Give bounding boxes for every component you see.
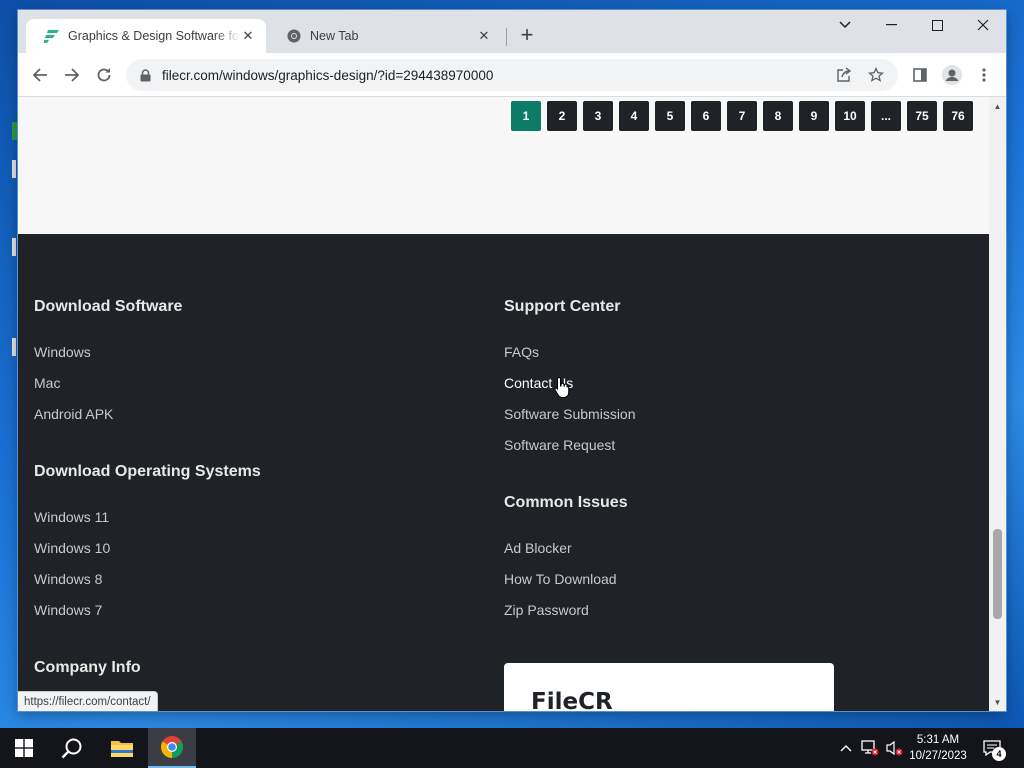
scrollbar-thumb[interactable] [993, 529, 1002, 619]
footer-link-zip-password[interactable]: Zip Password [504, 602, 589, 618]
site-footer: Download Software Windows Mac Android AP… [18, 234, 989, 711]
tab-graphics-design[interactable]: Graphics & Design Software for Windows ✕ [26, 19, 266, 53]
footer-link-mac[interactable]: Mac [34, 375, 60, 391]
tab-strip: Graphics & Design Software for Windows ✕… [18, 10, 1006, 53]
footer-link-windows[interactable]: Windows [34, 344, 91, 360]
new-tab-button[interactable]: + [516, 24, 538, 46]
tab-title: New Tab [310, 29, 359, 43]
more-menu-icon[interactable] [972, 63, 996, 87]
filecr-logo-icon [44, 28, 60, 44]
footer-link-windows-11[interactable]: Windows 11 [34, 509, 109, 525]
pagination-page-2[interactable]: 2 [547, 101, 577, 131]
footer-heading-download-software: Download Software [34, 298, 183, 315]
windows-taskbar: 5:31 AM 10/27/2023 4 [0, 728, 1024, 768]
footer-link-windows-8[interactable]: Windows 8 [34, 571, 102, 587]
start-button[interactable] [0, 728, 48, 768]
desktop-icon[interactable] [12, 338, 16, 356]
footer-heading-common-issues: Common Issues [504, 494, 628, 511]
maximize-button[interactable] [914, 10, 960, 40]
volume-muted-icon[interactable] [884, 738, 904, 758]
desktop-icon[interactable] [12, 238, 16, 256]
browser-window: Graphics & Design Software for Windows ✕… [18, 10, 1006, 711]
back-button[interactable] [28, 63, 52, 87]
lock-icon[interactable] [140, 68, 152, 82]
tab-title: Graphics & Design Software for Windows [68, 29, 240, 43]
system-clock[interactable]: 5:31 AM 10/27/2023 [904, 732, 972, 764]
page-scrollbar[interactable]: ▲ ▼ [989, 97, 1006, 711]
tab-new-tab[interactable]: New Tab ✕ [268, 19, 502, 53]
pagination-page-6[interactable]: 6 [691, 101, 721, 131]
pagination-page-7[interactable]: 7 [727, 101, 757, 131]
footer-link-software-request[interactable]: Software Request [504, 437, 615, 453]
footer-link-windows-7[interactable]: Windows 7 [34, 602, 102, 618]
pagination-page-9[interactable]: 9 [799, 101, 829, 131]
pagination-page-75[interactable]: 75 [907, 101, 937, 131]
chrome-icon [286, 28, 302, 44]
pagination-page-5[interactable]: 5 [655, 101, 685, 131]
pagination-page-4[interactable]: 4 [619, 101, 649, 131]
bookmark-star-icon[interactable] [864, 63, 888, 87]
footer-link-faqs[interactable]: FAQs [504, 344, 539, 360]
pagination-ellipsis: ... [871, 101, 901, 131]
side-panel-icon[interactable] [908, 63, 932, 87]
tab-separator [506, 28, 507, 46]
show-hidden-icons-chevron-icon[interactable] [836, 738, 856, 758]
notification-count-badge: 4 [992, 747, 1006, 761]
footer-heading-download-os: Download Operating Systems [34, 463, 261, 480]
footer-link-software-submission[interactable]: Software Submission [504, 406, 636, 422]
close-tab-icon[interactable]: ✕ [476, 28, 492, 44]
scroll-up-arrow-icon[interactable]: ▲ [989, 99, 1006, 113]
pagination-page-10[interactable]: 10 [835, 101, 865, 131]
footer-link-ad-blocker[interactable]: Ad Blocker [504, 540, 572, 556]
scroll-down-arrow-icon[interactable]: ▼ [989, 695, 1006, 709]
status-bar-url: https://filecr.com/contact/ [18, 691, 158, 711]
browser-toolbar: filecr.com/windows/graphics-design/?id=2… [18, 53, 1006, 97]
reload-button[interactable] [92, 63, 116, 87]
address-bar[interactable]: filecr.com/windows/graphics-design/?id=2… [126, 59, 898, 91]
tab-search-button[interactable] [822, 10, 868, 40]
hand-cursor-icon [554, 376, 570, 398]
footer-heading-support-center: Support Center [504, 298, 621, 315]
minimize-button[interactable] [868, 10, 914, 40]
pagination: 1 2 3 4 5 6 7 8 9 10... 75 76 [511, 101, 973, 131]
page-content: 1 2 3 4 5 6 7 8 9 10... 75 76 Download Software Win… [18, 97, 989, 711]
desktop-icon[interactable] [12, 160, 16, 178]
forward-button[interactable] [60, 63, 84, 87]
share-icon[interactable] [832, 63, 856, 87]
pagination-page-76[interactable]: 76 [943, 101, 973, 131]
pagination-page-8[interactable]: 8 [763, 101, 793, 131]
profile-avatar[interactable] [940, 63, 964, 87]
url-text: filecr.com/windows/graphics-design/?id=2… [162, 67, 494, 83]
footer-link-android-apk[interactable]: Android APK [34, 406, 113, 422]
search-button[interactable] [48, 728, 96, 768]
chrome-taskbar-icon[interactable] [148, 728, 196, 768]
close-tab-icon[interactable]: ✕ [240, 28, 256, 44]
footer-link-windows-10[interactable]: Windows 10 [34, 540, 110, 556]
footer-link-how-to-download[interactable]: How To Download [504, 571, 617, 587]
network-icon[interactable] [860, 738, 880, 758]
footer-heading-company-info: Company Info [34, 659, 141, 676]
brand-card: FileCR [504, 663, 834, 711]
pagination-page-3[interactable]: 3 [583, 101, 613, 131]
pagination-page-1[interactable]: 1 [511, 101, 541, 131]
file-explorer-icon[interactable] [98, 728, 146, 768]
brand-logo-text: FileCR [531, 689, 613, 711]
clock-date: 10/27/2023 [909, 750, 967, 762]
clock-time: 5:31 AM [916, 734, 960, 746]
close-window-button[interactable] [960, 10, 1006, 40]
